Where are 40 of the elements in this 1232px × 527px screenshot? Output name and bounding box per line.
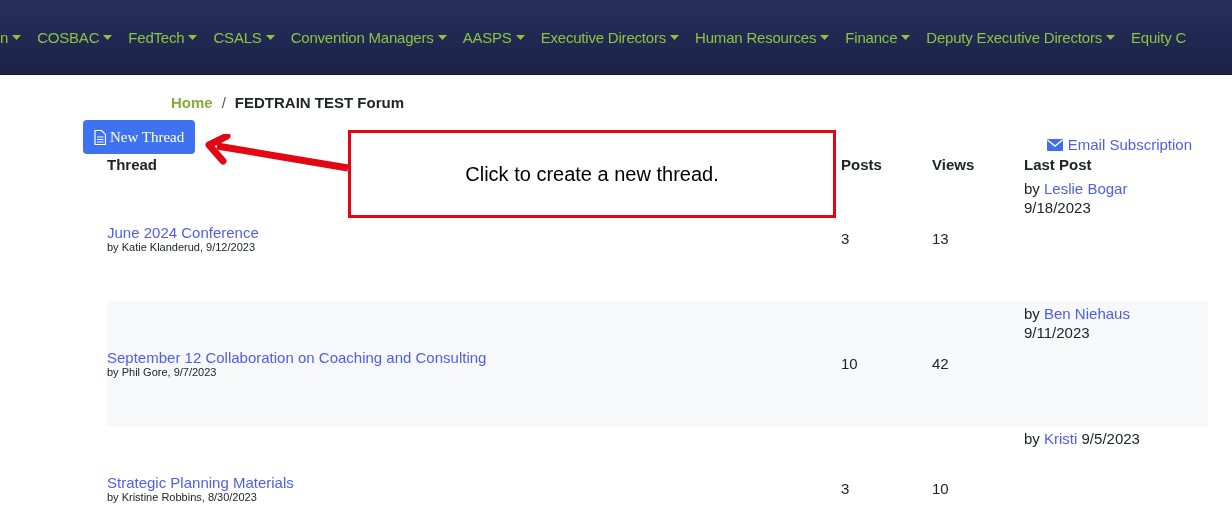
nav-menu-item[interactable]: Human Resources [695,28,830,46]
thread-byline: by Katie Klanderud, 9/12/2023 [107,241,255,253]
views-count: 13 [932,230,949,247]
nav-menu-item[interactable]: AASPS [462,28,525,46]
nav-menu-item[interactable]: COSBAC [37,28,113,46]
document-icon [94,129,106,145]
posts-count: 10 [841,355,858,372]
column-header: Views [932,156,975,173]
nav-menu-item[interactable]: Deputy Executive Directors [926,28,1115,46]
last-post-text: by Kristi 9/5/2023 [1024,430,1140,447]
nav-menu-item[interactable]: CSALS [213,28,275,46]
email-subscription-link[interactable]: Email Subscription [1046,136,1192,153]
column-header: Last Post [1024,156,1092,173]
nav-menu-item[interactable]: FedTech [128,28,198,46]
last-post-text: by Leslie Bogar 9/18/2023 [1024,180,1128,216]
envelope-icon [1046,138,1063,151]
thread-title-link[interactable]: June 2024 Conference [107,224,259,241]
last-post-text: by Ben Niehaus 9/11/2023 [1024,305,1130,341]
posts-count: 3 [841,480,850,497]
nav-menu-item[interactable]: Executive Directors [540,28,680,46]
nav-menu-item[interactable]: n [0,28,22,46]
breadcrumb-current: FEDTRAIN TEST Forum [234,94,405,113]
breadcrumb-separator: / [221,94,226,113]
author-link[interactable]: Ben Niehaus [1044,305,1130,322]
thread-title-link[interactable]: September 12 Collaboration on Coaching and Consulting [107,349,487,366]
posts-count: 3 [841,230,850,247]
author-link[interactable]: Leslie Bogar [1044,180,1128,197]
views-count: 10 [932,480,949,497]
thread-title-link[interactable]: Strategic Planning Materials [107,474,294,491]
nav-menu-item[interactable]: Equity C [1131,28,1187,46]
author-link[interactable]: Kristi [1044,430,1078,447]
thread-byline: by Phil Gore, 9/7/2023 [107,366,217,378]
nav-menu-item[interactable]: Convention Managers [290,28,447,46]
thread-byline: by Kristine Robbins, 8/30/2023 [107,491,257,503]
views-count: 42 [932,355,949,372]
column-header: Thread [107,156,157,173]
column-header: Posts [841,156,882,173]
new-thread-button[interactable]: New Thread [83,120,196,154]
nav-menu-item[interactable]: Finance [845,28,911,46]
callout-text: Click to create a new thread. [465,162,719,186]
